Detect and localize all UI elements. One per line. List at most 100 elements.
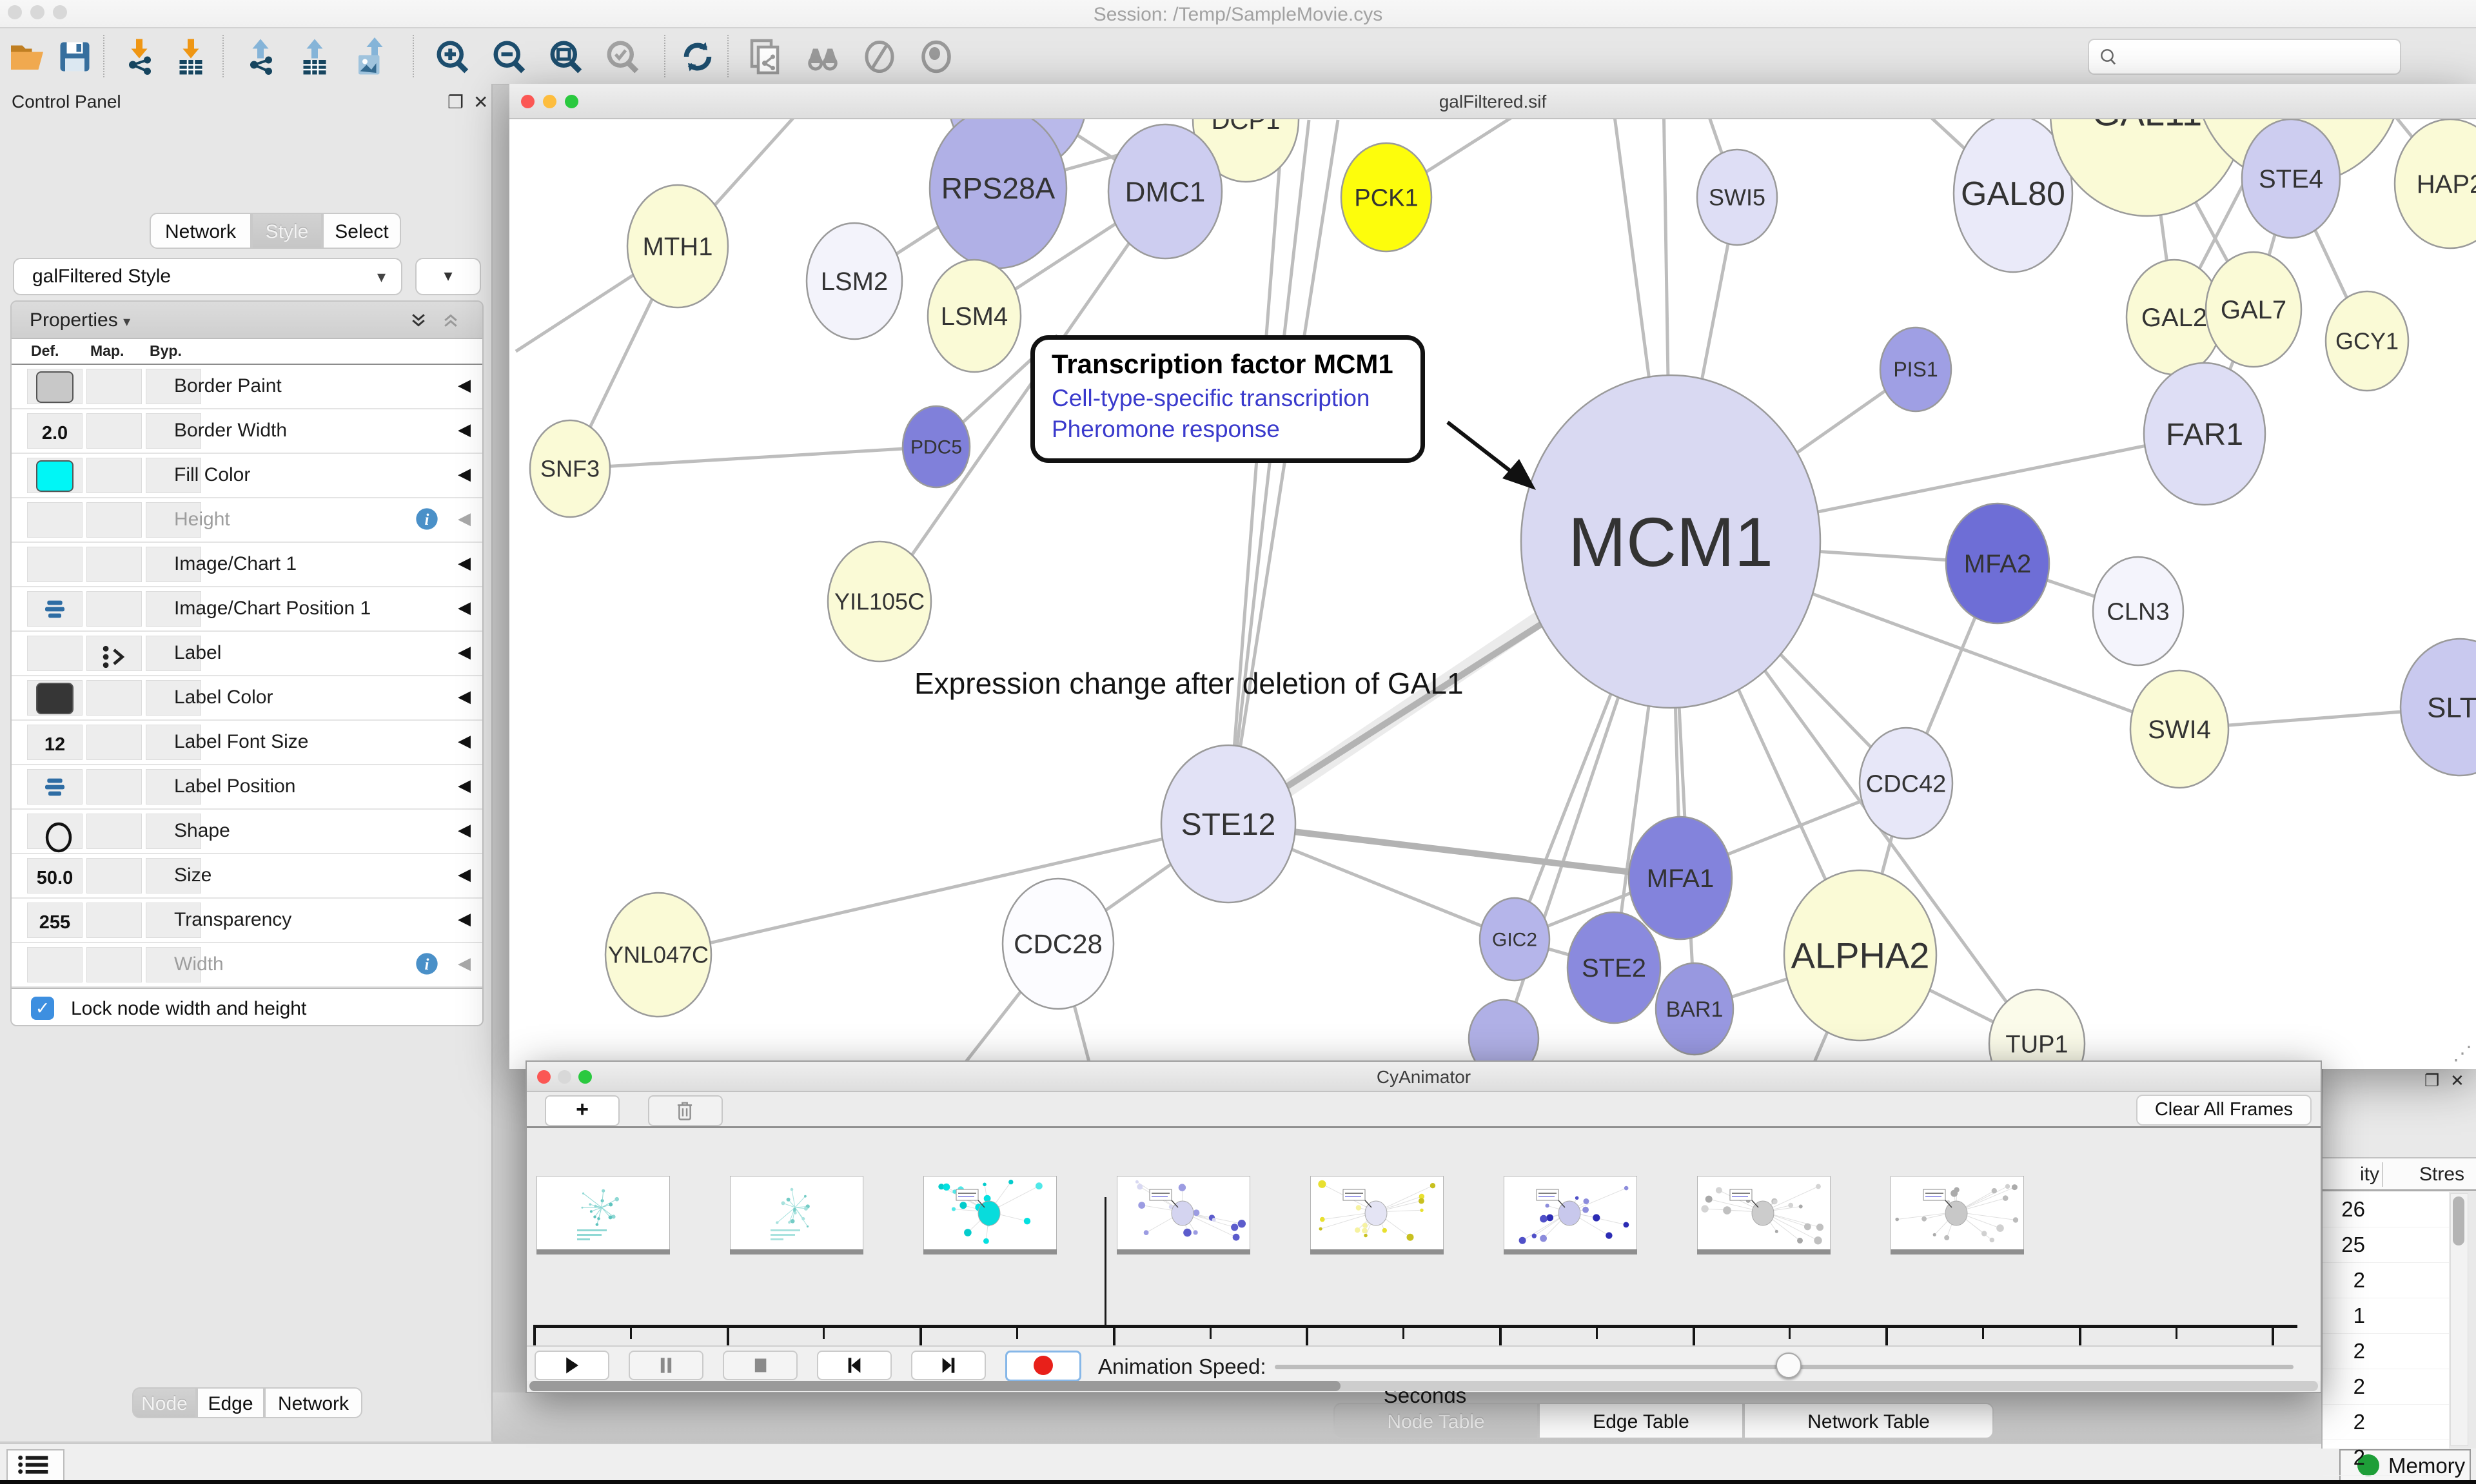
network-node[interactable]: STE12 [1161, 745, 1295, 903]
tab-select[interactable]: Select [322, 213, 401, 249]
timeline[interactable]: 0123456789 Seconds [527, 1128, 2321, 1345]
expand-property-icon[interactable]: ◀ [458, 464, 471, 484]
table-row[interactable]: 2 [2323, 1334, 2449, 1369]
tab-network[interactable]: Network [150, 213, 251, 249]
frame-thumbnail[interactable] [1697, 1176, 1831, 1250]
expand-property-icon[interactable]: ◀ [458, 375, 471, 395]
expand-property-icon[interactable]: ◀ [458, 776, 471, 796]
property-row[interactable]: 2.0Border Width◀ [12, 409, 482, 454]
expand-property-icon[interactable]: ◀ [458, 731, 471, 751]
cyanimator-titlebar[interactable]: CyAnimator [527, 1062, 2321, 1092]
property-row[interactable]: Shape◀ [12, 810, 482, 854]
network-node[interactable]: CDC42 [1860, 728, 1952, 839]
mapping-cell[interactable] [86, 769, 142, 805]
default-cell[interactable] [27, 369, 83, 404]
network-node[interactable]: PIS1 [1880, 327, 1951, 411]
frame-thumbnail[interactable] [1891, 1176, 2024, 1250]
playhead[interactable] [1105, 1197, 1106, 1325]
mapping-cell[interactable] [86, 369, 142, 404]
mapping-cell[interactable] [86, 814, 142, 849]
tab-style[interactable]: Style [251, 213, 322, 249]
default-swatch[interactable] [36, 460, 74, 492]
mapping-cell[interactable] [86, 903, 142, 938]
network-node[interactable]: MCM1 [1521, 375, 1820, 708]
frame-thumbnail[interactable] [1504, 1176, 1637, 1250]
column-header[interactable]: Stres [2419, 1164, 2464, 1186]
property-row[interactable]: 255Transparency◀ [12, 899, 482, 943]
mapping-cell[interactable] [86, 547, 142, 582]
default-swatch[interactable] [36, 371, 74, 403]
clear-all-frames-button[interactable]: Clear All Frames [2136, 1095, 2312, 1126]
property-row[interactable]: Heighti◀ [12, 498, 482, 543]
default-value[interactable]: 12 [28, 734, 82, 756]
table-row[interactable]: 2 [2323, 1476, 2449, 1484]
tab-network-bottom[interactable]: Network [264, 1387, 362, 1418]
position-icon[interactable] [42, 598, 68, 623]
delete-frame-button[interactable] [648, 1095, 723, 1126]
resize-grip[interactable]: ⋰ [2453, 1042, 2472, 1065]
collapse-all-icon[interactable] [441, 311, 460, 330]
network-node[interactable]: MFA1 [1629, 817, 1732, 939]
close-panel-icon[interactable]: ✕ [2450, 1071, 2464, 1091]
network-node[interactable]: YNL047C [605, 893, 711, 1017]
expand-property-icon[interactable]: ◀ [458, 598, 471, 618]
network-node[interactable]: PCK1 [1341, 143, 1431, 251]
expand-property-icon[interactable]: ◀ [458, 687, 471, 707]
table-row[interactable]: 25 [2323, 1227, 2449, 1263]
network-node[interactable]: GCY1 [2326, 291, 2408, 391]
default-cell[interactable] [27, 814, 83, 849]
style-selector[interactable]: galFiltered Style ▾ [13, 258, 402, 295]
edge[interactable] [1228, 120, 1283, 824]
export-table-icon[interactable] [295, 37, 334, 76]
tab-network-table[interactable]: Network Table [1744, 1403, 1994, 1439]
clone-network-icon[interactable] [745, 37, 784, 76]
network-node[interactable]: SLT2 [2401, 639, 2476, 776]
table-row[interactable]: 26 [2323, 1192, 2449, 1227]
float-panel-icon[interactable]: ❐ [2424, 1071, 2439, 1091]
default-value[interactable]: 50.0 [28, 868, 82, 889]
edge[interactable] [1228, 120, 1309, 824]
table-row[interactable]: 2 [2323, 1263, 2449, 1298]
network-window-titlebar[interactable]: galFiltered.sif [509, 84, 2476, 119]
default-cell[interactable] [27, 680, 83, 716]
default-cell[interactable]: 2.0 [27, 413, 83, 449]
network-node[interactable]: CDC28 [1003, 879, 1114, 1009]
tab-node-table[interactable]: Node Table [1333, 1403, 1538, 1439]
default-cell[interactable]: 50.0 [27, 858, 83, 893]
network-node[interactable]: FAR1 [2144, 363, 2265, 505]
network-node[interactable]: HAP2 [2395, 119, 2476, 248]
hide-details-icon[interactable] [860, 37, 899, 76]
zoom-fit-icon[interactable] [547, 37, 585, 76]
property-row[interactable]: Label Color◀ [12, 676, 482, 721]
float-panel-icon[interactable]: ❐ [447, 92, 464, 113]
save-session-icon[interactable] [55, 37, 94, 76]
show-details-icon[interactable] [917, 37, 956, 76]
expand-property-icon[interactable]: ◀ [458, 509, 471, 529]
close-panel-icon[interactable]: ✕ [473, 92, 488, 113]
annotation-link[interactable]: Pheromone response [1052, 416, 1404, 443]
search-box[interactable] [2088, 39, 2401, 75]
open-session-icon[interactable] [8, 37, 46, 76]
expand-property-icon[interactable]: ◀ [458, 909, 471, 929]
annotation-box[interactable]: Transcription factor MCM1 Cell-type-spec… [1030, 335, 1425, 463]
expand-all-icon[interactable] [409, 311, 428, 330]
default-cell[interactable]: 255 [27, 903, 83, 938]
scrollbar-thumb[interactable] [2453, 1196, 2464, 1245]
expand-property-icon[interactable]: ◀ [458, 553, 471, 573]
network-node[interactable]: STE2 [1567, 912, 1660, 1023]
property-row[interactable]: Label◀ [12, 632, 482, 676]
expand-property-icon[interactable]: ◀ [458, 953, 471, 973]
default-cell[interactable] [27, 769, 83, 805]
refresh-layout-icon[interactable] [678, 37, 717, 76]
network-node[interactable]: SNF3 [530, 420, 610, 517]
timeline-scrollbar[interactable] [529, 1381, 2318, 1391]
network-node[interactable]: DMC1 [1108, 124, 1222, 259]
column-header[interactable]: ity [2360, 1164, 2379, 1186]
skip-to-end-button[interactable] [911, 1351, 986, 1380]
import-table-icon[interactable] [172, 37, 210, 76]
edge[interactable] [570, 447, 936, 469]
export-image-icon[interactable] [352, 37, 391, 76]
property-row[interactable]: Label Position◀ [12, 765, 482, 810]
first-neighbors-icon[interactable] [803, 37, 842, 76]
default-cell[interactable] [27, 502, 83, 538]
